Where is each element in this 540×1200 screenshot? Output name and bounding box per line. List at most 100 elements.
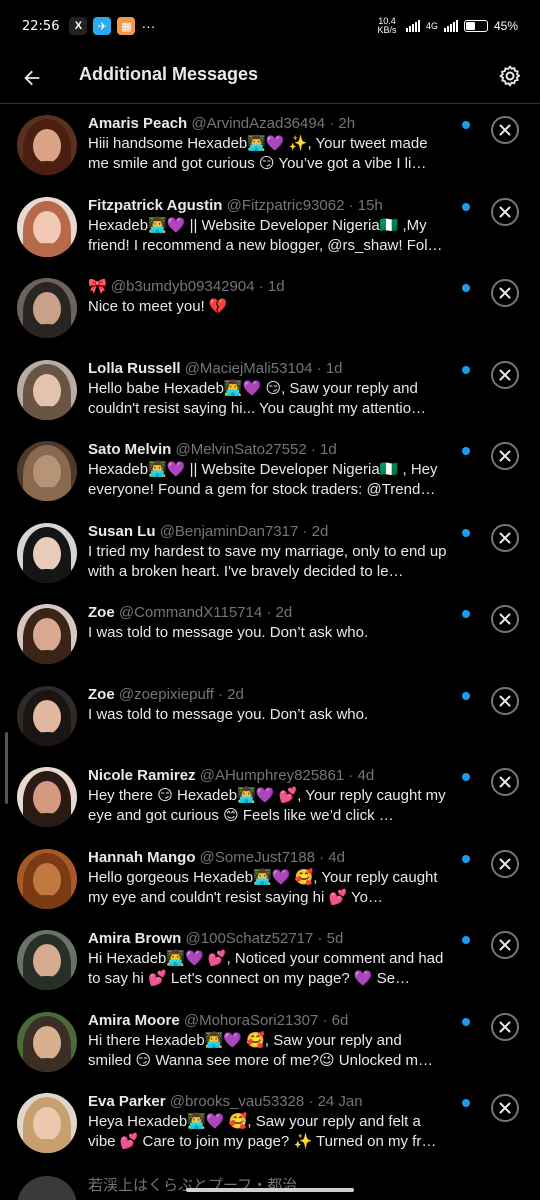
dismiss-button[interactable] <box>491 931 519 959</box>
close-icon <box>499 858 511 869</box>
message-request-item[interactable]: 🎀 @b3umdyb09342904 · 1d Nice to meet you… <box>0 267 540 349</box>
sender-name: Lolla Russell <box>88 359 181 377</box>
message-request-item[interactable]: Lolla Russell @MaciejMali53104 · 1d Hell… <box>0 349 540 431</box>
avatar-face <box>33 862 61 897</box>
home-indicator[interactable] <box>186 1188 354 1192</box>
settings-button[interactable] <box>494 60 526 92</box>
message-request-item[interactable]: Zoe @zoepixiepuff · 2d I was told to mes… <box>0 675 540 757</box>
dismiss-button[interactable] <box>491 523 519 552</box>
message-preview: Hexadeb👨‍💻💜 || Website Developer Nigeria… <box>88 216 443 254</box>
message-preview: Hi there Hexadeb👨‍💻💜 🥰, Saw your reply a… <box>88 1031 434 1069</box>
sender-name: Sato Melvin <box>88 441 172 458</box>
message-request-item[interactable]: Eva Parker @brooks_vau53328 · 24 Jan Hey… <box>0 1082 540 1164</box>
sender-handle: @brooks_vau53328 · 24 Jan <box>169 1093 363 1110</box>
avatar[interactable] <box>17 115 77 175</box>
close-icon <box>499 287 511 299</box>
message-request-item[interactable]: Amira Brown @100Schatz52717 · 5d Hi Hexa… <box>0 919 540 1001</box>
dismiss-button[interactable] <box>491 116 519 144</box>
dismiss-button[interactable] <box>491 442 519 470</box>
avatar[interactable] <box>17 196 77 257</box>
x-icon: X <box>69 17 88 35</box>
message-request-item[interactable]: Amaris Peach @ArvindAzad36494 · 2h Hiii … <box>0 104 540 186</box>
unread-dot-icon <box>462 528 470 537</box>
dismiss-button[interactable] <box>491 360 519 389</box>
scrollbar[interactable] <box>5 732 8 804</box>
avatar[interactable] <box>17 522 77 583</box>
dismiss-button[interactable] <box>491 605 519 633</box>
unread-dot-icon <box>462 202 470 211</box>
avatar[interactable] <box>17 1011 77 1072</box>
sender-name: Susan Lu <box>88 522 156 540</box>
avatar[interactable] <box>17 848 77 909</box>
avatar-face <box>33 292 61 326</box>
status-time: 22:56 <box>22 18 60 34</box>
avatar-face <box>33 699 61 734</box>
avatar[interactable] <box>17 685 77 746</box>
sender-name: Amaris Peach <box>88 115 188 132</box>
sender-name: Nicole Ramirez <box>88 767 196 784</box>
sender-handle: @zoepixiepuff · 2d <box>118 685 244 703</box>
message-request-item[interactable]: Zoe @CommandX115714 · 2d I was told to m… <box>0 593 540 675</box>
more-notifications-icon: ··· <box>141 18 156 34</box>
back-button[interactable] <box>16 62 48 94</box>
dismiss-button[interactable] <box>491 1012 519 1041</box>
signal-icon-2 <box>443 20 458 32</box>
avatar[interactable] <box>17 278 77 338</box>
sender-handle: @CommandX115714 · 2d <box>118 604 293 621</box>
close-icon <box>499 369 511 380</box>
message-text-block: 🎀 @b3umdyb09342904 · 1d Nice to meet you… <box>88 277 448 337</box>
unread-dot-icon <box>462 365 470 374</box>
sender-line: Amira Moore @MohoraSori21307 · 6d <box>88 1011 448 1031</box>
dismiss-button[interactable] <box>491 1094 519 1122</box>
avatar-face <box>33 1025 61 1060</box>
close-icon <box>499 450 511 462</box>
avatar[interactable] <box>17 767 77 827</box>
dismiss-button[interactable] <box>491 768 519 796</box>
message-request-item[interactable]: Nicole Ramirez @AHumphrey825861 · 4d Hey… <box>0 756 540 838</box>
message-text-block: Hannah Mango @SomeJust7188 · 4d Hello go… <box>88 848 448 908</box>
close-icon <box>499 206 511 217</box>
avatar-face <box>33 210 61 245</box>
avatar[interactable] <box>17 359 77 420</box>
dismiss-button[interactable] <box>491 197 519 226</box>
message-text-block: Sato Melvin @MelvinSato27552 · 1d Hexade… <box>88 440 448 500</box>
sender-handle: @MohoraSori21307 · 6d <box>183 1011 349 1029</box>
avatar[interactable] <box>17 604 77 664</box>
sender-name: Hannah Mango <box>88 848 196 866</box>
avatar-face <box>33 455 61 489</box>
signal-icon <box>405 20 420 32</box>
avatar[interactable] <box>17 441 77 501</box>
page-title: Additional Messages <box>79 64 259 84</box>
message-preview: Hello babe Hexadeb👨‍💻💜 😏, Saw your reply… <box>88 379 427 417</box>
sender-line: Amira Brown @100Schatz52717 · 5d <box>88 929 448 949</box>
message-text-block: Lolla Russell @MaciejMali53104 · 1d Hell… <box>88 359 448 419</box>
message-request-item[interactable]: Amira Moore @MohoraSori21307 · 6d Hi the… <box>0 1001 540 1083</box>
telegram-icon: ✈ <box>93 17 112 35</box>
avatar-face <box>33 618 61 652</box>
sender-handle: @MaciejMali53104 · 1d <box>184 359 343 377</box>
dismiss-button[interactable] <box>491 686 519 715</box>
sender-line: Zoe @zoepixiepuff · 2d <box>88 685 448 705</box>
dismiss-button[interactable] <box>491 279 519 307</box>
message-preview: Hi Hexadeb👨‍💻💜 💕, Noticed your comment a… <box>88 950 444 987</box>
unread-dot-icon <box>462 284 470 292</box>
unread-dot-icon <box>462 610 470 618</box>
unread-dot-icon <box>462 447 470 455</box>
unread-dot-icon <box>462 854 470 863</box>
message-preview: I was told to message you. Don’t ask who… <box>88 705 369 723</box>
message-preview: I tried my hardest to save my marriage, … <box>88 542 447 580</box>
message-request-item[interactable]: Susan Lu @BenjaminDan7317 · 2d I tried m… <box>0 512 540 594</box>
header: Additional Messages <box>0 52 540 104</box>
message-request-item[interactable]: Sato Melvin @MelvinSato27552 · 1d Hexade… <box>0 430 540 512</box>
sender-line: Eva Parker @brooks_vau53328 · 24 Jan <box>88 1092 448 1112</box>
avatar-face <box>33 944 61 978</box>
battery-percent: 45% <box>493 18 518 33</box>
message-request-item[interactable]: Hannah Mango @SomeJust7188 · 4d Hello go… <box>0 838 540 920</box>
message-request-item[interactable]: Fitzpatrick Agustin @Fitzpatric93062 · 1… <box>0 186 540 268</box>
battery-icon <box>463 20 488 32</box>
partial-list-item[interactable]: 若渓上はくらぶとプーフ・都治 <box>0 1174 540 1200</box>
avatar[interactable] <box>17 930 77 990</box>
dismiss-button[interactable] <box>491 849 519 878</box>
avatar[interactable] <box>17 1093 77 1153</box>
message-preview: Heya Hexadeb👨‍💻💜 🥰, Saw your reply and f… <box>88 1113 437 1150</box>
